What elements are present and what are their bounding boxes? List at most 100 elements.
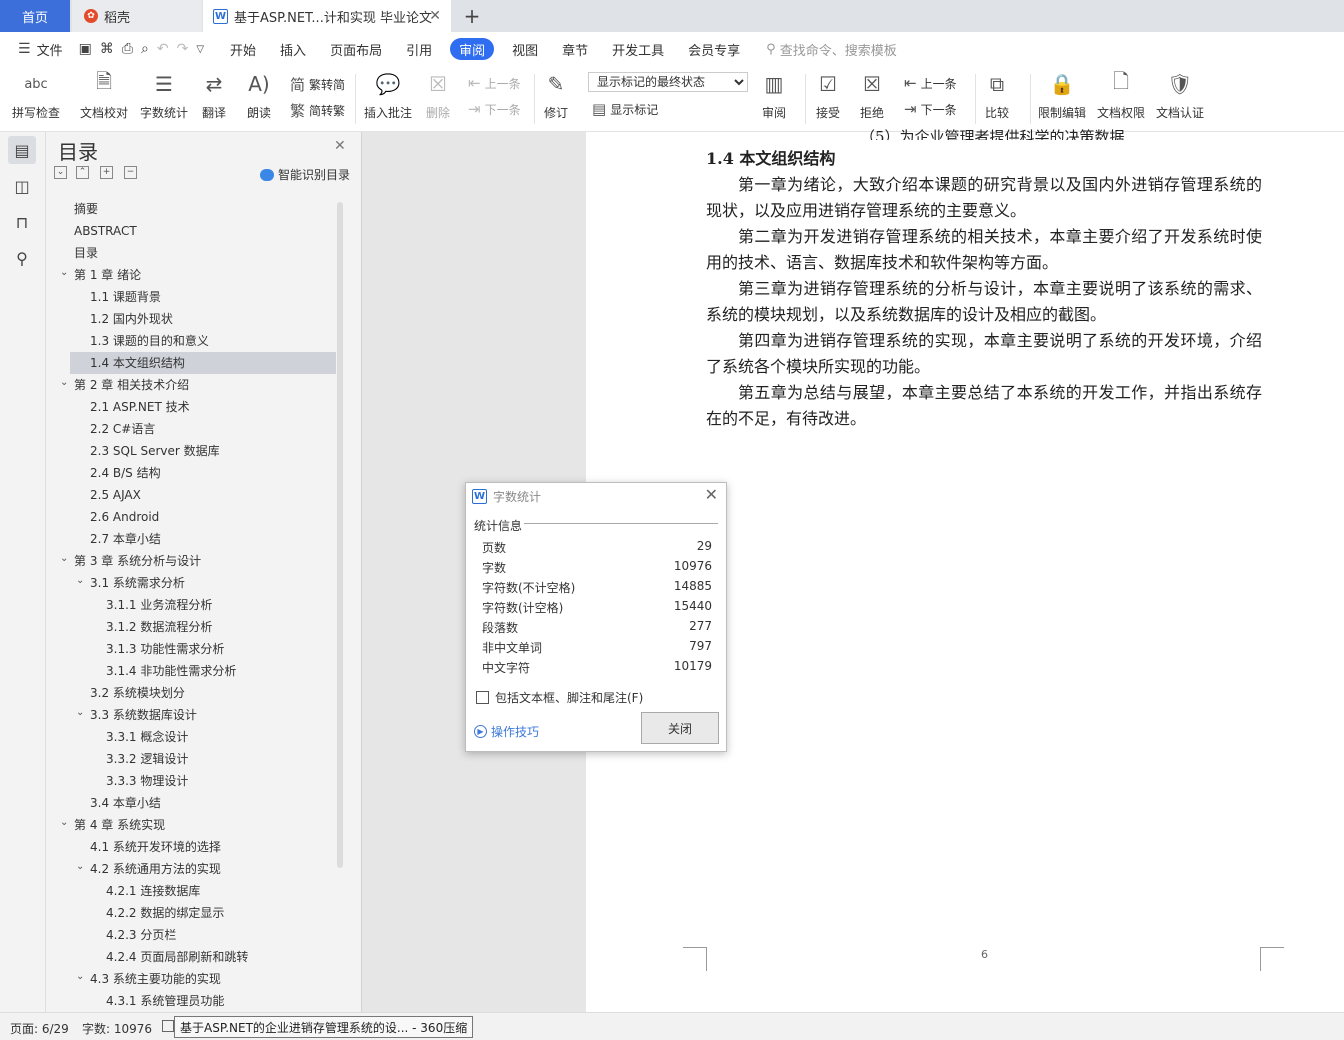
proofing-icon[interactable] [162,1020,174,1032]
menu-tab-6[interactable]: 章节 [550,38,600,60]
toc-item[interactable]: 3.1.2 数据流程分析 [106,616,212,638]
markup-state-select[interactable]: 显示标记的最终状态 [588,72,748,92]
toc-item[interactable]: 第 2 章 相关技术介绍 [74,374,189,396]
toc-item[interactable]: 3.2 系统模块划分 [90,682,185,704]
toc-pane-icon[interactable]: ▤ [8,136,36,164]
next-comment-button[interactable]: ⇥ 下一条 [468,100,521,118]
toc-item[interactable]: 4.2.1 连接数据库 [106,880,200,902]
toc-item[interactable]: 第 1 章 绪论 [74,264,141,286]
restrict-editing-button[interactable]: 🔒 限制编辑 [1038,70,1086,121]
tab-document[interactable]: W 基于ASP.NET...计和实现 毕业论文 ✕ [203,0,451,32]
menu-tab-0[interactable]: 开始 [218,38,268,60]
prev-change-button[interactable]: ⇤ 上一条 [904,74,957,92]
chevron-down-icon[interactable]: ⌄ [76,707,84,718]
toc-item[interactable]: 3.1.1 业务流程分析 [106,594,212,616]
chevron-down-icon[interactable]: ⌄ [76,575,84,586]
menu-tab-7[interactable]: 开发工具 [600,38,676,60]
show-markup-button[interactable]: ▤ 显示标记 [592,100,658,118]
toc-item[interactable]: 4.2 系统通用方法的实现 [90,858,221,880]
print-icon[interactable]: ⎙ [118,41,137,57]
toc-item[interactable]: 4.2.3 分页栏 [106,924,176,946]
toc-item[interactable]: 4.3.1 系统管理员功能 [106,990,224,1012]
command-search[interactable]: ⚲ 查找命令、搜索模板 [766,40,897,59]
checkbox-box[interactable] [476,691,489,704]
chevron-down-icon[interactable]: ⌄ [76,971,84,982]
page-indicator[interactable]: 页面: 6/29 [10,1020,69,1037]
insert-comment-button[interactable]: 💬 插入批注 [364,70,412,121]
toc-item[interactable]: 3.3.3 物理设计 [106,770,188,792]
smart-toc-button[interactable]: 智能识别目录 [260,166,350,183]
chevron-down-icon[interactable]: ⌄ [76,861,84,872]
new-tab-button[interactable]: + [460,0,484,32]
menu-tab-8[interactable]: 会员专享 [676,38,752,60]
menu-tab-3[interactable]: 引用 [394,38,444,60]
toc-item[interactable]: 4.3 系统主要功能的实现 [90,968,221,990]
undo-icon[interactable]: ↶ [153,41,173,57]
chevron-down-icon[interactable]: ⌄ [60,553,68,564]
word-count-indicator[interactable]: 字数: 10976 [82,1020,152,1037]
include-textbox-checkbox[interactable]: 包括文本框、脚注和尾注(F) [476,689,643,706]
simp-to-trad-button[interactable]: 繁简转繁 [290,100,345,121]
read-aloud-button[interactable]: A) 朗读 [245,70,273,121]
collapse-all-icon[interactable]: ⌄ [54,166,67,179]
save-icon[interactable]: ▣ [75,41,96,57]
next-change-button[interactable]: ⇥ 下一条 [904,100,957,118]
close-icon[interactable]: ✕ [705,485,718,504]
toc-item[interactable]: 3.3.2 逻辑设计 [106,748,188,770]
toc-item[interactable]: 第 4 章 系统实现 [74,814,165,836]
toc-item[interactable]: 4.2.2 数据的绑定显示 [106,902,224,924]
toc-item[interactable]: 4.1 系统开发环境的选择 [90,836,221,858]
quick-access-dropdown-icon[interactable]: ▽ [192,44,208,55]
prev-comment-button[interactable]: ⇤ 上一条 [468,74,521,92]
toc-item[interactable]: ABSTRACT [74,220,137,242]
format-painter-icon[interactable]: ⌘ [96,41,118,57]
translate-button[interactable]: ⇄ 翻译 [200,70,228,121]
menu-tab-5[interactable]: 视图 [500,38,550,60]
bookmark-icon[interactable]: ⊓ [8,208,36,236]
redo-icon[interactable]: ↷ [173,41,193,57]
remove-heading-icon[interactable]: − [124,166,137,179]
menu-tab-2[interactable]: 页面布局 [318,38,394,60]
toc-item[interactable]: 1.3 课题的目的和意义 [90,330,209,352]
chevron-down-icon[interactable]: ⌄ [60,377,68,388]
toc-item[interactable]: 4.2.4 页面局部刷新和跳转 [106,946,248,968]
menu-tab-4[interactable]: 审阅 [450,38,495,60]
toc-item[interactable]: 目录 [74,242,98,264]
expand-up-icon[interactable]: ⌃ [76,166,89,179]
toc-item[interactable]: 第 3 章 系统分析与设计 [74,550,201,572]
chevron-down-icon[interactable]: ⌄ [60,267,68,278]
spell-check-button[interactable]: abc 拼写检查 [12,70,60,121]
toc-item[interactable]: 1.1 课题背景 [90,286,161,308]
toc-item[interactable]: 2.2 C#语言 [90,418,155,440]
menu-tab-1[interactable]: 插入 [268,38,318,60]
tab-home[interactable]: 首页 [0,0,70,32]
toc-item[interactable]: 3.4 本章小结 [90,792,161,814]
toc-item[interactable]: 3.3 系统数据库设计 [90,704,197,726]
toc-item[interactable]: 2.6 Android [90,506,159,528]
toc-item[interactable]: 1.4 本文组织结构 [70,352,336,374]
hamburger-icon[interactable]: ☰ [14,41,35,57]
word-count-button[interactable]: ☰ 字数统计 [140,70,188,121]
add-heading-icon[interactable]: + [100,166,113,179]
doc-proof-button[interactable]: 🗎 文档校对 [80,69,128,121]
doc-certify-button[interactable]: 🛡 文档认证 [1156,70,1204,121]
tab-daoke[interactable]: ✿ 稻壳 [72,0,202,32]
toc-item[interactable]: 2.1 ASP.NET 技术 [90,396,190,418]
chapter-nav-icon[interactable]: ◫ [8,172,36,200]
track-changes-button[interactable]: ✎ 修订 [542,70,570,121]
doc-permission-button[interactable]: 🗋 文档权限 [1097,69,1145,121]
toc-item[interactable]: 3.3.1 概念设计 [106,726,188,748]
close-button[interactable]: 关闭 [641,712,719,744]
toc-item[interactable]: 3.1.3 功能性需求分析 [106,638,224,660]
review-pane-button[interactable]: ▥ 审阅 [760,70,788,121]
close-icon[interactable]: ✕ [334,138,346,154]
toc-item[interactable]: 3.1.4 非功能性需求分析 [106,660,236,682]
toc-item[interactable]: 1.2 国内外现状 [90,308,173,330]
toc-scrollbar[interactable] [337,202,343,868]
toc-item[interactable]: 3.1 系统需求分析 [90,572,185,594]
toc-item[interactable]: 摘要 [74,198,98,220]
close-tab-icon[interactable]: ✕ [429,8,441,24]
chevron-down-icon[interactable]: ⌄ [60,817,68,828]
accept-button[interactable]: ☑ 接受 [814,70,842,121]
delete-comment-button[interactable]: ☒ 删除 [424,70,452,121]
